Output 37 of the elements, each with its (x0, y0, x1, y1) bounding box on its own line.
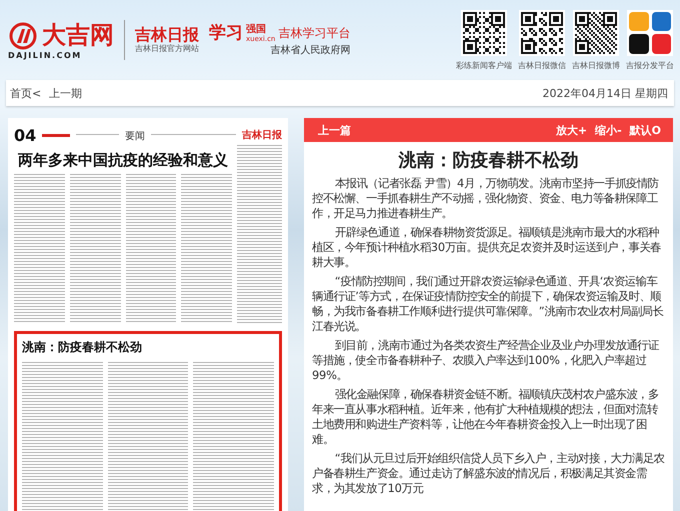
logo-icon (8, 20, 38, 50)
font-size-control[interactable]: 放大+ (556, 122, 588, 138)
qr-code (463, 12, 505, 54)
article-title: 洮南：防疫春耕不松劲 (397, 149, 580, 172)
article-paragraph: 开辟绿色通道，确保春耕物资货源足。福顺镇是洮南市最大的水稻种植区，今年预计种植水稻30万亩。提供充足农资并及时运送到户，事关春耕大事。 (311, 225, 662, 270)
paper-logo-text: 吉林日报 (135, 26, 199, 44)
issue-date: 2022年04月14日 星期四 (542, 86, 668, 100)
qr-code (575, 12, 617, 54)
previous-issue-link[interactable]: 上一期 (49, 86, 82, 100)
section-name: 要闻 (124, 130, 145, 142)
qr-label: 吉林日报微信 (518, 60, 566, 70)
article-paragraph: “疫情防控期间，我们通过开辟农资运输绿色通道、开具‘农资运输车辆通行证’等方式，在保证疫情防控安全的前提下，确保农资运输及时、顺畅，为我市备春耕工作顺利进行提供可靠保障。”洮南市农业农村局副局长江春光说。 (311, 274, 664, 334)
xuexi-logo-subtext: 强国 (246, 24, 266, 34)
article-paragraph: 强化金融保障，确保春耕资金链不断。福顺镇庆茂村农户盛东波，多年来一直从事水稻种植。近年来，他有扩大种植规模的想法，但面对流转土地费用和购进生产资料等，让他在今年春耕资金投入上一时出现了困难。 (311, 387, 660, 447)
article-paragraph: “我们从元旦过后开始组织信贷人员下乡入户，主动对接，大力满足农户备春耕生产资金。通过走访了解盛东波的情况后，积极满足其资金需求，为其发放了10万元 (311, 451, 666, 496)
qr-label: 彩练新闻客户端 (456, 60, 512, 70)
home-link[interactable]: 首页< (10, 86, 42, 100)
platform-title: 吉林学习平台 (278, 24, 350, 42)
app-icons-drawing[interactable] (627, 10, 673, 56)
font-size-control[interactable]: 默认O (630, 122, 661, 138)
qr-label: 吉林日报微博 (572, 60, 620, 70)
qr-label: 吉报分发平台 (626, 60, 674, 70)
masthead-text: 吉林日报 (242, 130, 282, 141)
page-number: 04 (14, 126, 36, 145)
site-domain: DAJILIN.COM (8, 50, 82, 60)
xuexi-logo-text: 学习 (209, 24, 243, 42)
qr-code (521, 12, 563, 54)
selected-article-frame[interactable]: 洮南：防疫春耕不松劲 (14, 331, 282, 511)
paper-caption: 吉林日报官方网站 (135, 43, 199, 54)
font-size-control[interactable]: 缩小- (595, 122, 622, 138)
site-logo-text: 大吉网 (42, 22, 114, 49)
previous-article-link[interactable]: 上一篇 (318, 122, 351, 138)
article-paragraph: 本报讯（记者张磊 尹雪）4月，万物萌发。洮南市坚持一手抓疫情防控不松懈、一手抓春耕生产不动摇，强化物资、资金、电力等备耕保障工作，开足马力推进春耕生产。 (311, 176, 660, 221)
article-paragraph: 到目前，洮南市通过为各类农资生产经营企业及业户办理发放通行证等措施，使全市备春耕种子、农膜入户率达到100%，化肥入户率超过99%。 (311, 338, 660, 383)
gov-caption: 吉林省人民政府网 (270, 44, 350, 56)
article-headline-in-paper: 洮南：防疫春耕不松劲 (22, 339, 143, 356)
newspaper-headline: 两年多来中国抗疫的经验和意义 (17, 150, 229, 171)
